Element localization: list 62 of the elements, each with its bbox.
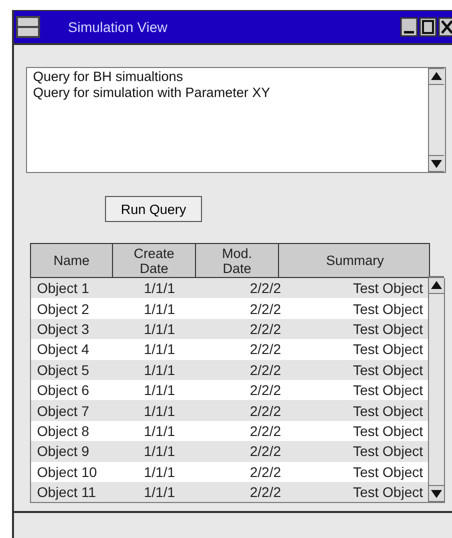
table-cell-text: Object 2 (36, 300, 90, 317)
table-cell-text: Test Object (352, 422, 423, 439)
close-icon[interactable] (438, 17, 452, 37)
table-cell-text: 2/2/2 (248, 464, 281, 480)
table-cell-text: 2/2/2 (248, 341, 281, 358)
scroll-down-icon[interactable] (429, 485, 444, 502)
table-cell-text: Test Object (352, 320, 423, 337)
table-cell-text: Object 4 (36, 341, 90, 358)
table-cell-text: 2/2/2 (248, 443, 281, 460)
table-cell-text: Object 11 (36, 484, 97, 500)
table-cell-text: 2/2/2 (248, 362, 281, 378)
query-item[interactable]: Query for simulation with Parameter XY (33, 85, 270, 101)
table-cell-text: Object 5 (36, 362, 90, 378)
table-cell-text: Test Object (352, 382, 423, 398)
table-cell-text: Test Object (352, 341, 423, 358)
table-cell-text: Test Object (352, 484, 423, 500)
table-cell-text: 1/1/1 (142, 320, 175, 337)
table-cell-text: 1/1/1 (142, 382, 175, 398)
table-cell-text: 1/1/1 (142, 300, 175, 317)
table-cell-text: Test Object (352, 464, 423, 480)
table-cell-text: 2/2/2 (248, 320, 281, 337)
table-cell-text: 1/1/1 (142, 402, 175, 419)
window-menu-icon[interactable] (16, 16, 40, 38)
table-cell-text: 1/1/1 (142, 464, 175, 480)
table-cell-text: 2/2/2 (248, 484, 281, 500)
table-cell-text: Object 1 (36, 280, 90, 296)
minimize-icon[interactable] (400, 17, 418, 37)
scroll-up-icon[interactable] (429, 68, 444, 85)
column-header[interactable]: Create Date (113, 244, 196, 277)
column-header[interactable]: Mod. Date (196, 244, 279, 277)
table-cell-text: 2/2/2 (248, 402, 281, 419)
table-cell-text: Object 8 (36, 422, 90, 439)
table-cell-text: 1/1/1 (142, 422, 175, 439)
query-item[interactable]: Query for BH simualtions (33, 69, 184, 85)
scrollbar[interactable] (428, 276, 444, 502)
table-cell-text: 1/1/1 (142, 484, 175, 500)
table-cell-text: 1/1/1 (142, 443, 175, 460)
run-query-button[interactable]: Run Query (105, 196, 202, 222)
table-cell-text: Test Object (352, 402, 423, 419)
table-cell-text: Test Object (352, 280, 423, 296)
table-cell-text: 2/2/2 (248, 300, 281, 317)
table-cell-text: 2/2/2 (248, 382, 281, 398)
table-cell-text: Object 6 (36, 382, 90, 398)
window-title: Simulation View (68, 19, 168, 35)
table-cell-text: Object 9 (36, 443, 90, 460)
scroll-up-icon[interactable] (429, 277, 444, 294)
table-cell-text: Object 10 (36, 464, 98, 480)
table-cell-text: 1/1/1 (142, 280, 175, 296)
table-cell-text: Object 3 (36, 320, 90, 337)
table-cell-text: 1/1/1 (142, 341, 175, 358)
table-cell-text: 2/2/2 (248, 280, 281, 296)
column-header[interactable]: Summary (279, 244, 431, 277)
column-header[interactable]: Name (31, 244, 113, 277)
table-cell-text: 2/2/2 (248, 422, 281, 439)
table-cell-text: Object 7 (36, 402, 90, 419)
table-cell-text: 1/1/1 (142, 362, 175, 378)
maximize-icon[interactable] (419, 17, 437, 37)
scroll-down-icon[interactable] (429, 155, 444, 172)
table-cell-text: Test Object (352, 300, 423, 317)
scrollbar[interactable] (428, 68, 445, 172)
table-cell-text: Test Object (352, 362, 423, 378)
table-cell-text: Test Object (352, 443, 423, 460)
